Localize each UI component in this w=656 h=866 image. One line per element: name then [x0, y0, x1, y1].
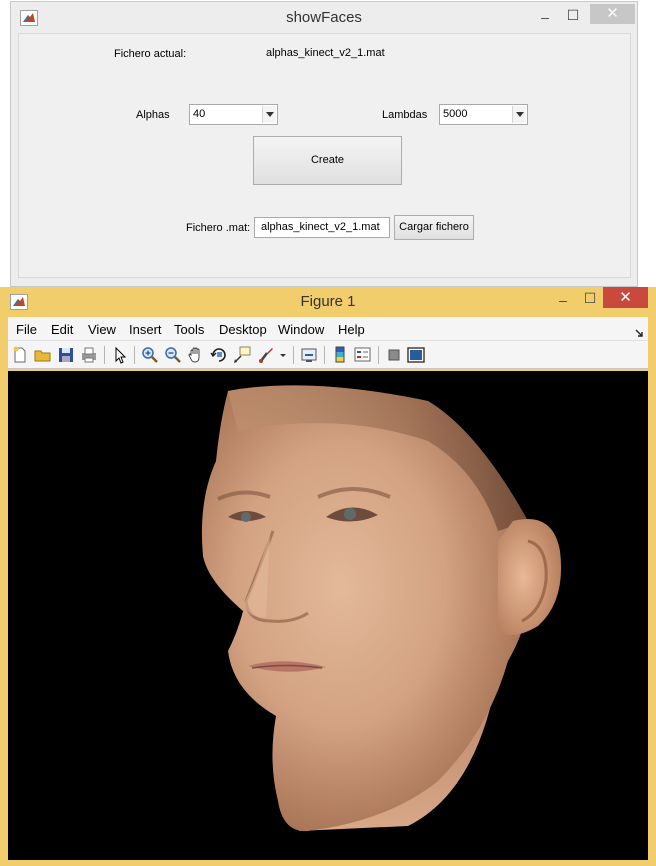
current-file-value: alphas_kinect_v2_1.mat — [266, 47, 385, 59]
rotate-3d-icon[interactable] — [209, 345, 229, 365]
data-cursor-icon[interactable] — [232, 345, 252, 365]
menu-help[interactable]: Help — [338, 322, 365, 337]
create-button[interactable]: Create — [253, 136, 402, 185]
alphas-label: Alphas — [136, 109, 170, 121]
toolbar-separator — [378, 346, 379, 364]
menu-tools[interactable]: Tools — [174, 322, 204, 337]
load-file-button[interactable]: Cargar fichero — [394, 215, 474, 240]
toolbar-separator — [134, 346, 135, 364]
open-file-icon[interactable] — [33, 345, 53, 365]
menu-file[interactable]: File — [16, 322, 37, 337]
current-file-label: Fichero actual: — [114, 48, 187, 60]
menu-view[interactable]: View — [88, 322, 116, 337]
menu-bar: File Edit View Insert Tools Desktop Wind… — [8, 317, 648, 341]
zoom-in-icon[interactable] — [140, 345, 160, 365]
lambdas-select-value: 5000 — [443, 108, 468, 120]
figure-canvas[interactable] — [8, 371, 648, 860]
chevron-down-icon[interactable] — [512, 106, 526, 123]
alphas-select[interactable]: 40 — [189, 104, 278, 125]
toolbar-separator — [293, 346, 294, 364]
link-plot-icon[interactable] — [299, 345, 319, 365]
pan-icon[interactable] — [186, 345, 206, 365]
menu-window[interactable]: Window — [278, 322, 324, 337]
close-button[interactable]: ✕ — [590, 4, 635, 24]
figure-window: Figure 1 ‒ ☐ ✕ File Edit View Insert Too… — [0, 287, 656, 866]
lambdas-label: Lambdas — [382, 109, 428, 121]
print-icon[interactable] — [79, 345, 99, 365]
legend-icon[interactable] — [353, 345, 373, 365]
menu-desktop[interactable]: Desktop — [219, 322, 267, 337]
menu-insert[interactable]: Insert — [129, 322, 162, 337]
maximize-button[interactable]: ☐ — [583, 290, 597, 306]
minimize-button[interactable]: ‒ — [556, 292, 570, 308]
showfaces-window: showFaces ‒ ☐ ✕ Fichero actual: alphas_k… — [10, 1, 638, 287]
lambdas-select[interactable]: 5000 — [439, 104, 528, 125]
mat-file-label: Fichero .mat: — [186, 222, 251, 234]
minimize-button[interactable]: ‒ — [538, 9, 552, 25]
show-plot-tools-icon[interactable] — [406, 345, 426, 365]
toolbar-separator — [324, 346, 325, 364]
figure-toolbar — [8, 341, 648, 369]
colorbar-icon[interactable] — [330, 345, 350, 365]
brush-dropdown-icon[interactable] — [278, 345, 288, 365]
hide-plot-tools-icon[interactable] — [384, 345, 404, 365]
brush-icon[interactable] — [256, 345, 276, 365]
close-button[interactable]: ✕ — [603, 287, 648, 308]
chevron-down-icon[interactable] — [262, 106, 276, 123]
showfaces-panel: Fichero actual: alphas_kinect_v2_1.mat A… — [18, 33, 631, 278]
new-figure-icon[interactable] — [10, 345, 30, 365]
zoom-out-icon[interactable] — [163, 345, 183, 365]
save-icon[interactable] — [56, 345, 76, 365]
showfaces-title-bar[interactable]: showFaces ‒ ☐ ✕ — [11, 2, 637, 32]
face-render — [201, 385, 562, 832]
menu-edit[interactable]: Edit — [51, 322, 73, 337]
dock-arrow-icon[interactable] — [635, 324, 643, 342]
edit-plot-icon[interactable] — [110, 345, 130, 365]
toolbar-separator — [104, 346, 105, 364]
mat-file-input[interactable]: alphas_kinect_v2_1.mat — [254, 217, 390, 238]
maximize-button[interactable]: ☐ — [566, 7, 580, 23]
figure-title-bar[interactable]: Figure 1 ‒ ☐ ✕ — [0, 287, 656, 316]
alphas-select-value: 40 — [193, 108, 206, 120]
